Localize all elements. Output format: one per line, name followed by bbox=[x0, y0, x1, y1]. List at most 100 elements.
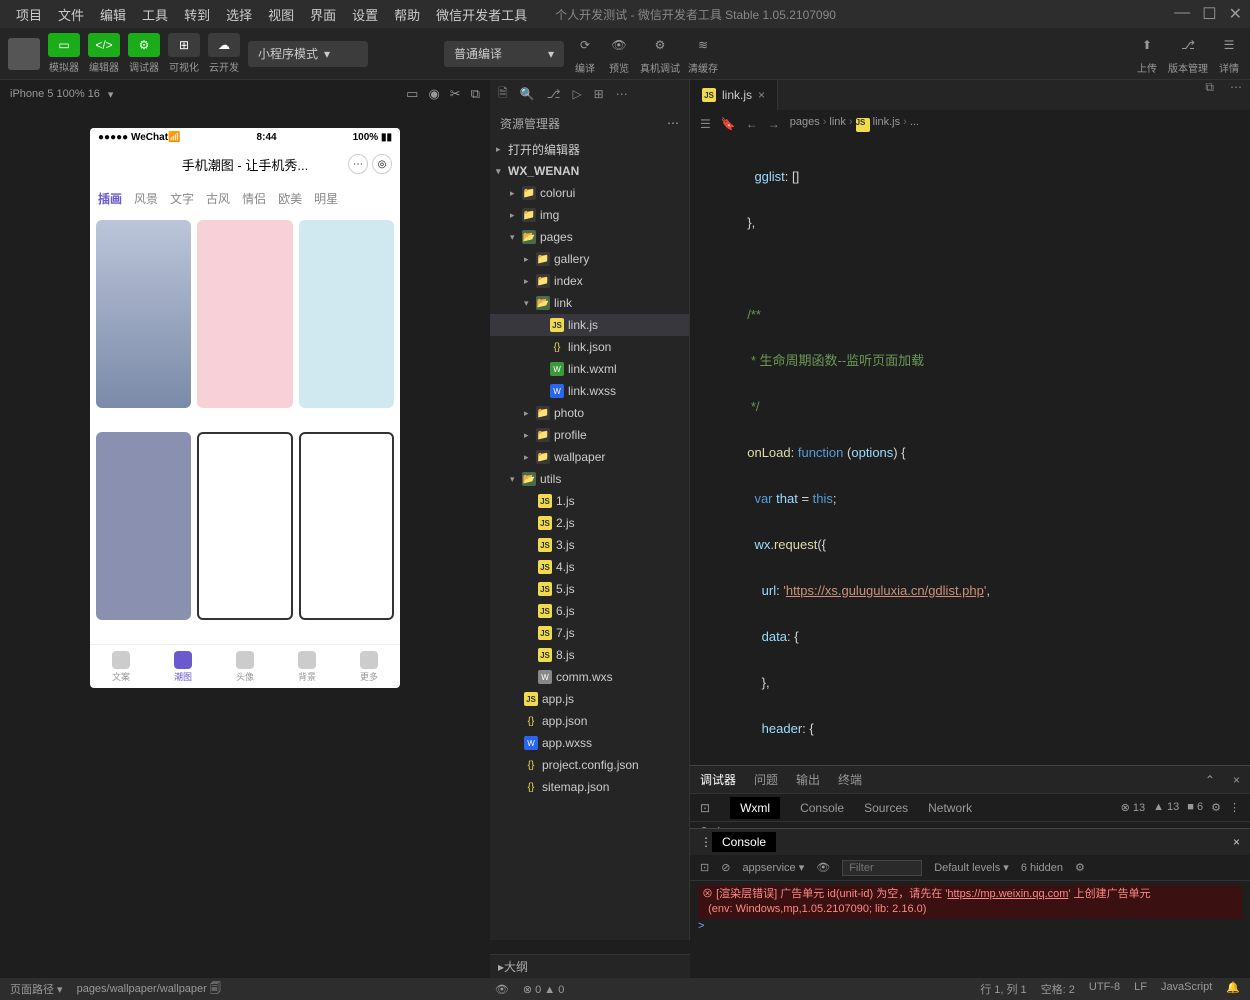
menu-file[interactable]: 文件 bbox=[50, 5, 92, 24]
project-root[interactable]: ▾WX_WENAN bbox=[490, 160, 689, 182]
devtab-debugger[interactable]: 调试器 bbox=[700, 771, 736, 788]
visualize-button[interactable]: ⊞ bbox=[168, 33, 200, 57]
folder-link[interactable]: ▾📂link bbox=[490, 292, 689, 314]
user-avatar[interactable] bbox=[8, 38, 40, 70]
maximize-icon[interactable]: ☐ bbox=[1202, 4, 1216, 24]
file-5js[interactable]: JS5.js bbox=[490, 578, 689, 600]
wallpaper-item[interactable] bbox=[96, 432, 191, 620]
git-icon[interactable]: ⎇ bbox=[547, 87, 561, 101]
subtab-console[interactable]: Console bbox=[800, 801, 844, 815]
file-3js[interactable]: JS3.js bbox=[490, 534, 689, 556]
device-selector[interactable]: iPhone 5 100% 16 bbox=[10, 88, 100, 100]
console-clear-icon[interactable]: ⊘ bbox=[721, 861, 730, 874]
folder-index[interactable]: ▸📁index bbox=[490, 270, 689, 292]
tab-scenery[interactable]: 风景 bbox=[134, 190, 158, 207]
file-2js[interactable]: JS2.js bbox=[490, 512, 689, 534]
sim-record-icon[interactable]: ◉ bbox=[428, 86, 439, 102]
remote-debug-icon[interactable]: ⚙ bbox=[647, 32, 673, 58]
mode-selector[interactable]: 小程序模式▾ bbox=[248, 41, 368, 67]
status-eol[interactable]: LF bbox=[1134, 981, 1147, 997]
devtab-terminal[interactable]: 终端 bbox=[838, 771, 862, 788]
console-context[interactable]: appservice ▾ bbox=[742, 861, 804, 874]
editor-more-icon[interactable]: ⋯ bbox=[1222, 80, 1250, 110]
menu-tools[interactable]: 工具 bbox=[134, 5, 176, 24]
code-area[interactable]: gglist: [] }, /** * 生命周期函数--监听页面加载 */ on… bbox=[690, 138, 1250, 765]
menu-help[interactable]: 帮助 bbox=[386, 5, 428, 24]
console-hidden[interactable]: 6 hidden bbox=[1021, 862, 1063, 874]
console-levels[interactable]: Default levels ▾ bbox=[934, 861, 1009, 874]
nav-more[interactable]: 更多 bbox=[338, 645, 400, 688]
file-comm-wxs[interactable]: Wcomm.wxs bbox=[490, 666, 689, 688]
capsule-menu-icon[interactable]: ⋯ bbox=[348, 154, 368, 174]
subtab-sources[interactable]: Sources bbox=[864, 801, 908, 815]
tab-close-icon[interactable]: × bbox=[758, 88, 765, 102]
upload-icon[interactable]: ⬆ bbox=[1134, 32, 1160, 58]
wallpaper-item[interactable] bbox=[299, 220, 394, 408]
console-filter-input[interactable] bbox=[842, 860, 922, 876]
menu-settings[interactable]: 设置 bbox=[344, 5, 386, 24]
tab-text[interactable]: 文字 bbox=[170, 190, 194, 207]
folder-wallpaper[interactable]: ▸📁wallpaper bbox=[490, 446, 689, 468]
wallpaper-item[interactable] bbox=[197, 432, 292, 620]
file-7js[interactable]: JS7.js bbox=[490, 622, 689, 644]
wallpaper-item[interactable] bbox=[197, 220, 292, 408]
file-8js[interactable]: JS8.js bbox=[490, 644, 689, 666]
clear-cache-icon[interactable]: ≋ bbox=[690, 32, 716, 58]
split-editor-icon[interactable]: ⧉ bbox=[1197, 80, 1222, 110]
folder-img[interactable]: ▸📁img bbox=[490, 204, 689, 226]
open-editors-section[interactable]: ▸打开的编辑器 bbox=[490, 138, 689, 160]
menu-view[interactable]: 视图 bbox=[260, 5, 302, 24]
info-count-badge[interactable]: ■ 6 bbox=[1187, 801, 1203, 814]
console-tab[interactable]: Console bbox=[712, 832, 776, 852]
tab-illustration[interactable]: 插画 bbox=[98, 190, 122, 207]
menu-edit[interactable]: 编辑 bbox=[92, 5, 134, 24]
close-icon[interactable]: ✕ bbox=[1229, 4, 1242, 24]
menu-wxdevtools[interactable]: 微信开发者工具 bbox=[428, 5, 535, 24]
sim-mute-icon[interactable]: ✂ bbox=[450, 86, 461, 102]
extension-icon[interactable]: ⊞ bbox=[594, 87, 604, 101]
console-settings-icon[interactable]: ⚙ bbox=[1075, 861, 1085, 874]
devtools-collapse-icon[interactable]: ⌃ bbox=[1205, 773, 1215, 787]
outline-section[interactable]: ▸ 大纲 bbox=[490, 954, 690, 978]
editor-button[interactable]: </> bbox=[88, 33, 120, 57]
subtab-wxml[interactable]: Wxml bbox=[730, 797, 780, 819]
error-count-badge[interactable]: ⊗ 13 bbox=[1121, 801, 1146, 814]
files-icon[interactable]: 🗎 bbox=[498, 84, 508, 105]
folder-gallery[interactable]: ▸📁gallery bbox=[490, 248, 689, 270]
folder-pages[interactable]: ▾📂pages bbox=[490, 226, 689, 248]
breadcrumb[interactable]: pages›link›JS link.js›... bbox=[790, 116, 919, 132]
console-eye-icon[interactable]: 👁 bbox=[816, 861, 830, 874]
file-app-wxss[interactable]: Wapp.wxss bbox=[490, 732, 689, 754]
console-menu-icon[interactable]: ⋮ bbox=[700, 835, 712, 849]
compile-mode-selector[interactable]: 普通编译▾ bbox=[444, 41, 564, 67]
simulator-button[interactable]: ▭ bbox=[48, 33, 80, 57]
file-1js[interactable]: JS1.js bbox=[490, 490, 689, 512]
status-line-col[interactable]: 行 1, 列 1 bbox=[980, 981, 1026, 997]
nav-chaotu[interactable]: 潮图 bbox=[152, 645, 214, 688]
file-link-wxml[interactable]: Wlink.wxml bbox=[490, 358, 689, 380]
forward-icon[interactable]: → bbox=[768, 117, 780, 131]
console-close-icon[interactable]: × bbox=[1233, 835, 1240, 849]
file-link-wxss[interactable]: Wlink.wxss bbox=[490, 380, 689, 402]
compile-icon[interactable]: ⟳ bbox=[572, 32, 598, 58]
status-spaces[interactable]: 空格: 2 bbox=[1041, 981, 1075, 997]
status-encoding[interactable]: UTF-8 bbox=[1089, 981, 1120, 997]
file-app-json[interactable]: {}app.json bbox=[490, 710, 689, 732]
file-link-js[interactable]: JSlink.js bbox=[490, 314, 689, 336]
file-4js[interactable]: JS4.js bbox=[490, 556, 689, 578]
devtab-problems[interactable]: 问题 bbox=[754, 771, 778, 788]
warn-count-badge[interactable]: ▲ 13 bbox=[1153, 801, 1179, 814]
debug-icon[interactable]: ▷ bbox=[572, 87, 581, 101]
nav-wenan[interactable]: 文案 bbox=[90, 645, 152, 688]
menu-goto[interactable]: 转到 bbox=[176, 5, 218, 24]
editor-menu-icon[interactable]: ☰ bbox=[700, 117, 711, 131]
tab-couple[interactable]: 情侣 bbox=[242, 190, 266, 207]
menu-project[interactable]: 项目 bbox=[8, 5, 50, 24]
debugger-button[interactable]: ⚙ bbox=[128, 33, 160, 57]
menu-interface[interactable]: 界面 bbox=[302, 5, 344, 24]
file-link-json[interactable]: {}link.json bbox=[490, 336, 689, 358]
sim-rotate-icon[interactable]: ⧉ bbox=[471, 86, 480, 102]
devtools-close-icon[interactable]: × bbox=[1233, 773, 1240, 787]
console-prompt[interactable]: > bbox=[698, 919, 1242, 934]
status-errors[interactable]: ⊗ 0 ▲ 0 bbox=[523, 983, 565, 996]
